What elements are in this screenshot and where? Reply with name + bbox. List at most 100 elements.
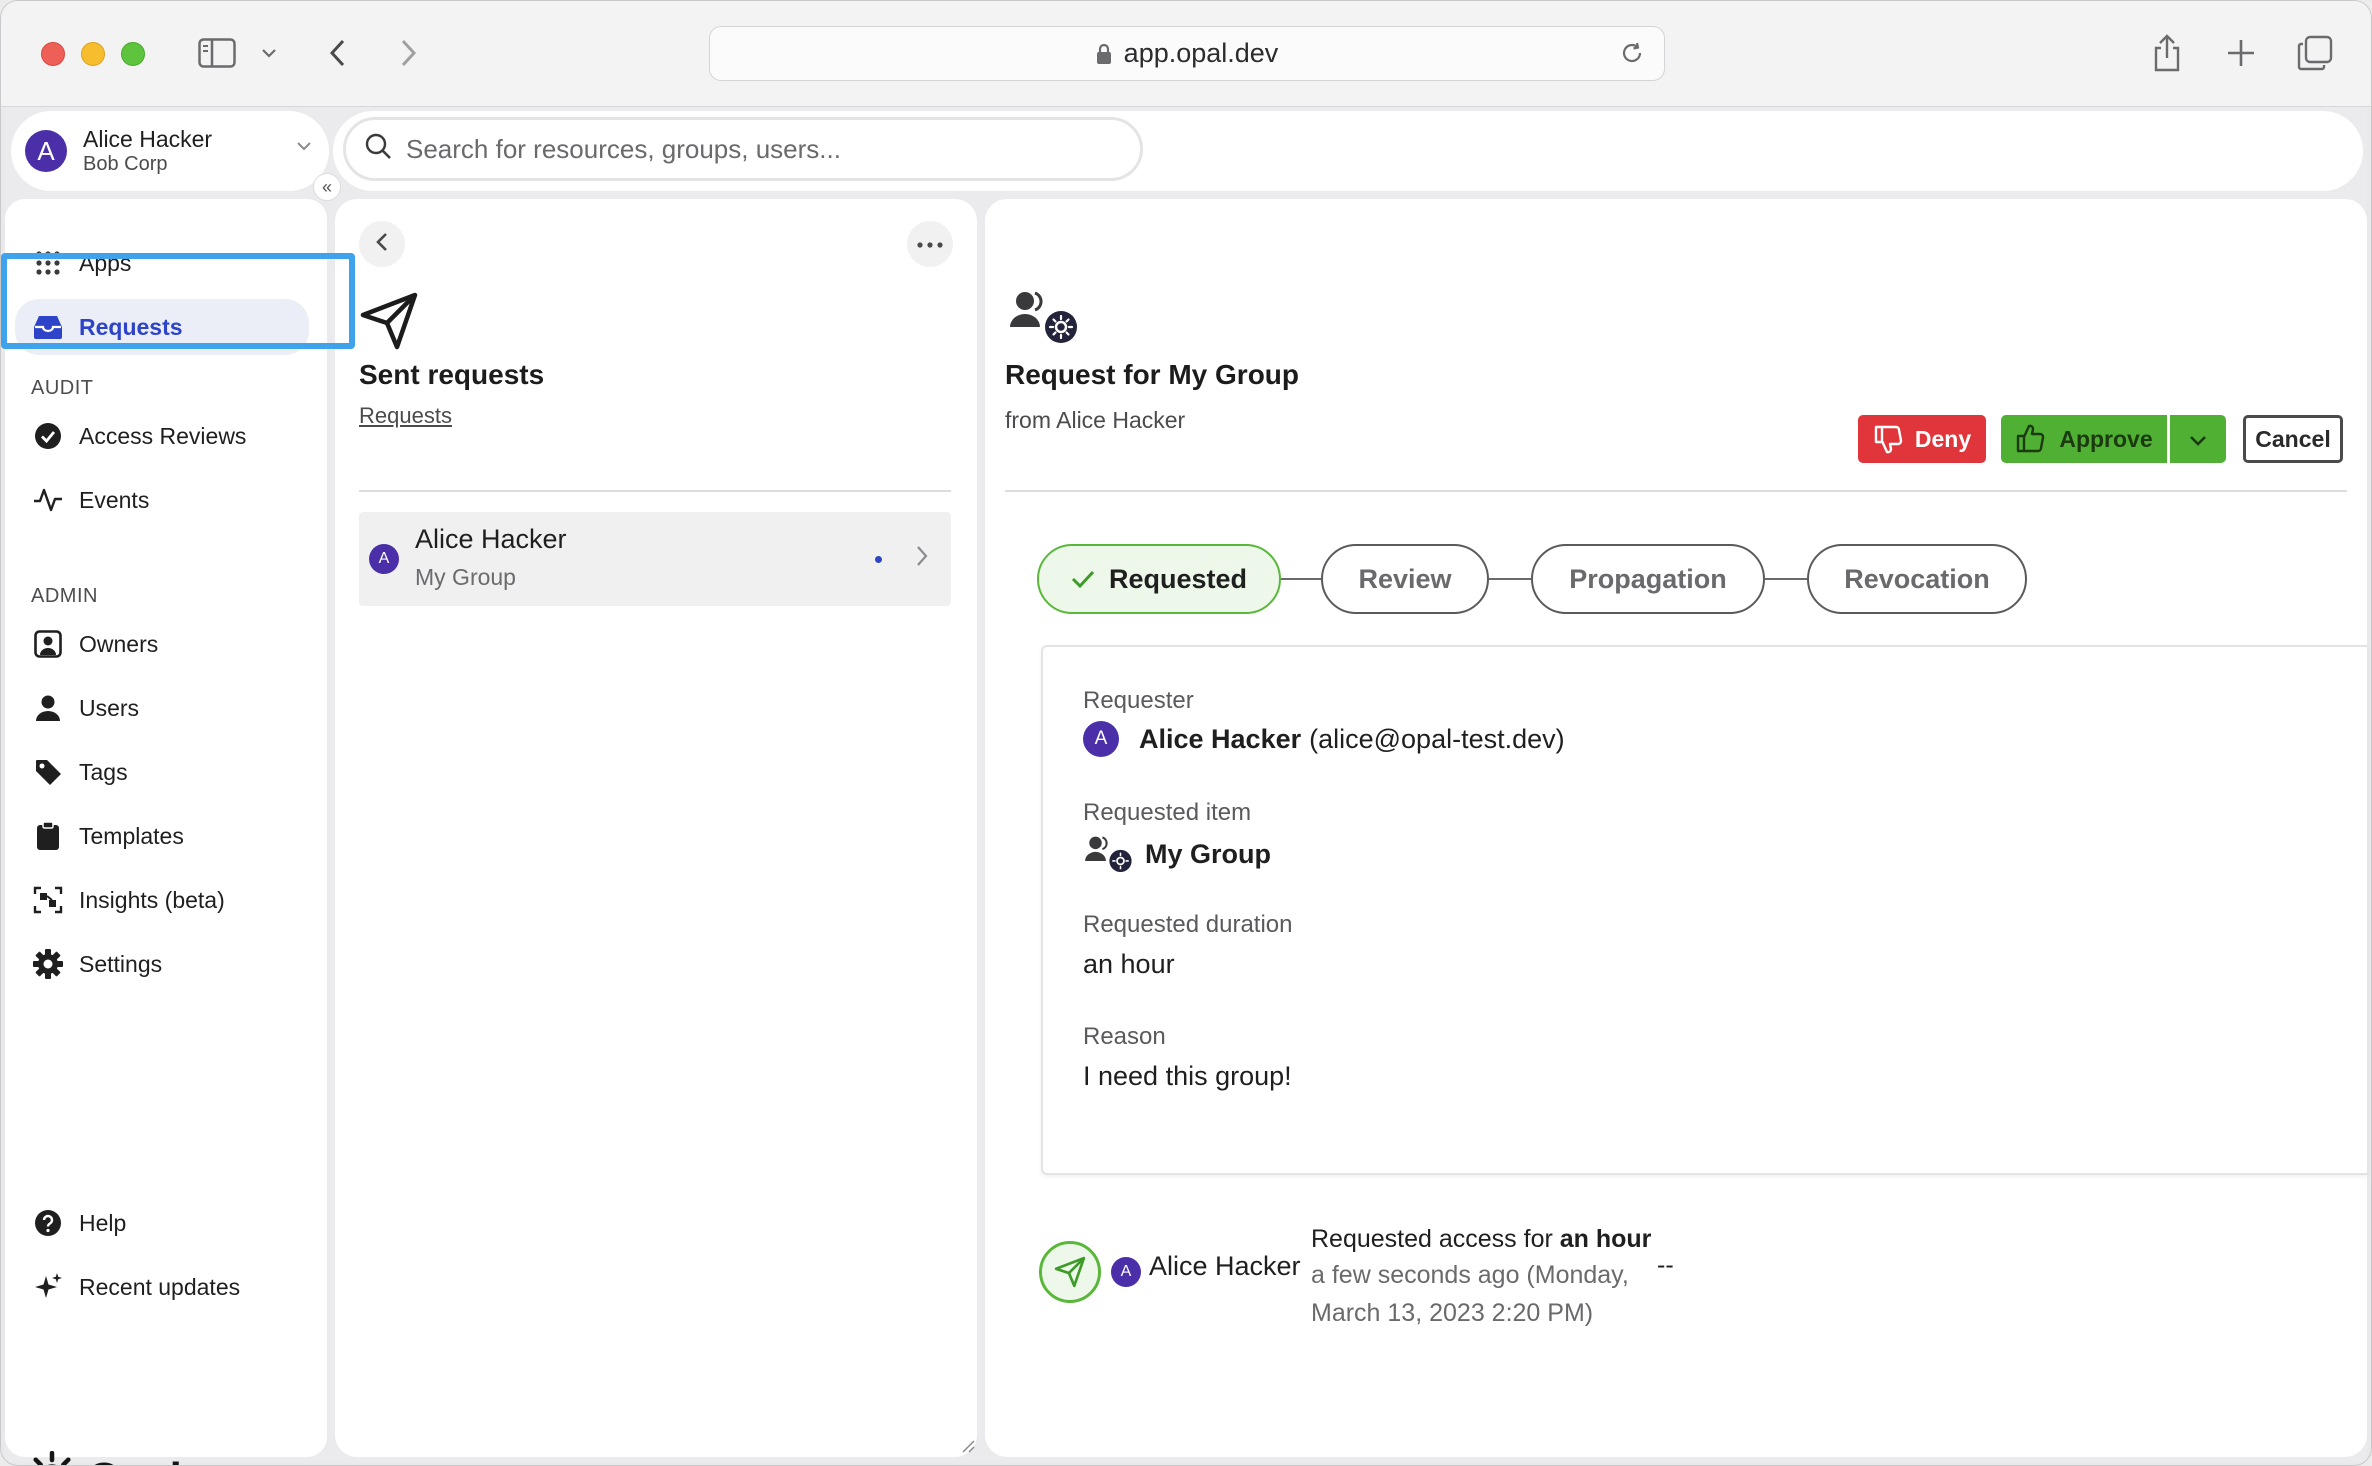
- requested-item-name[interactable]: My Group: [1145, 839, 1271, 870]
- collapse-sidebar-button[interactable]: «: [313, 173, 341, 201]
- step-requested: Requested: [1037, 544, 1281, 614]
- app-area: A Alice Hacker Bob Corp Search for resou…: [5, 107, 2367, 1465]
- minimize-window-button[interactable]: [81, 42, 105, 66]
- step-review: Review: [1321, 544, 1489, 614]
- sidebar-item-access-reviews[interactable]: Access Reviews: [5, 408, 323, 464]
- account-switcher[interactable]: A Alice Hacker Bob Corp: [11, 111, 329, 191]
- step-connector: [1281, 578, 1321, 580]
- chevron-down-icon[interactable]: [255, 29, 283, 77]
- inbox-icon: [31, 314, 65, 340]
- url-text: app.opal.dev: [1123, 38, 1279, 68]
- sidebar-item-settings[interactable]: Settings: [5, 936, 323, 992]
- search-input[interactable]: Search for resources, groups, users...: [343, 117, 1143, 181]
- sidebar-item-label: Requests: [79, 313, 183, 340]
- search-icon: [364, 132, 392, 167]
- request-from: from Alice Hacker: [1005, 407, 1186, 433]
- tab-overview-icon[interactable]: [2293, 29, 2337, 77]
- sparkle-icon: [31, 1272, 65, 1302]
- resize-handle-icon[interactable]: [961, 1439, 975, 1458]
- grid-icon: [31, 250, 65, 276]
- ellipsis-icon: [917, 235, 943, 253]
- sidebar-item-label: Templates: [79, 822, 184, 849]
- opal-logo[interactable]: Opal: [27, 1450, 182, 1465]
- paper-plane-icon: [359, 291, 419, 356]
- admin-heading: ADMIN: [31, 585, 98, 607]
- new-tab-icon[interactable]: [2221, 29, 2261, 77]
- step-propagation: Propagation: [1531, 544, 1765, 614]
- requested-item-label: Requested item: [1083, 799, 1252, 826]
- deny-button[interactable]: Deny: [1858, 415, 1986, 463]
- approve-button[interactable]: Approve: [2001, 415, 2167, 463]
- sidebar-item-users[interactable]: Users: [5, 680, 323, 736]
- requests-list-pane: Sent requests Requests A Alice Hacker My…: [335, 199, 977, 1457]
- approve-label: Approve: [2059, 425, 2153, 452]
- sidebar-item-apps[interactable]: Apps: [5, 235, 323, 291]
- back-button[interactable]: [359, 221, 405, 267]
- sidebar-item-label: Insights (beta): [79, 886, 225, 913]
- check-circle-icon: [31, 422, 65, 450]
- audit-heading: AUDIT: [31, 377, 94, 399]
- request-details-card: Requester A Alice Hacker (alice@opal-tes…: [1041, 645, 2367, 1175]
- approve-options-button[interactable]: [2170, 415, 2226, 463]
- sidebar-item-events[interactable]: Events: [5, 472, 323, 528]
- gear-icon: [31, 949, 65, 979]
- sidebar-item-label: Users: [79, 694, 140, 721]
- breadcrumb-requests[interactable]: Requests: [359, 403, 452, 429]
- forward-icon[interactable]: [391, 29, 427, 77]
- divider: [1005, 490, 2347, 492]
- chevron-right-icon: [915, 544, 929, 573]
- group-icon: [1007, 289, 1079, 350]
- opal-logo-icon: [27, 1450, 77, 1465]
- event-message-duration: an hour: [1559, 1225, 1652, 1253]
- unread-dot: [875, 556, 882, 563]
- request-item: My Group: [415, 564, 516, 590]
- step-connector: [1765, 578, 1807, 580]
- event-message-prefix: Requested access for: [1311, 1225, 1560, 1253]
- request-detail-pane: Request for My Group from Alice Hacker D…: [985, 199, 2367, 1457]
- insights-icon: [31, 886, 65, 914]
- close-window-button[interactable]: [41, 42, 65, 66]
- search-placeholder: Search for resources, groups, users...: [406, 133, 841, 164]
- back-icon[interactable]: [319, 29, 355, 77]
- step-connector: [1489, 578, 1531, 580]
- sidebar-item-recent-updates[interactable]: Recent updates: [5, 1259, 323, 1315]
- activity-icon: [31, 487, 65, 513]
- sidebar-item-label: Access Reviews: [79, 422, 247, 449]
- more-options-button[interactable]: [907, 221, 953, 267]
- step-label: Review: [1358, 563, 1452, 594]
- requester-name[interactable]: Alice Hacker: [1139, 724, 1301, 755]
- share-icon[interactable]: [2147, 29, 2187, 77]
- sidebar-item-requests[interactable]: Requests: [15, 299, 309, 355]
- deny-label: Deny: [1914, 425, 1972, 452]
- sidebar-toggle-icon[interactable]: [193, 29, 241, 77]
- step-label: Requested: [1108, 563, 1248, 594]
- cancel-button[interactable]: Cancel: [2243, 415, 2343, 463]
- page-title: Sent requests: [359, 359, 545, 390]
- list-item[interactable]: A Alice Hacker My Group: [359, 512, 951, 606]
- chevron-down-icon: [295, 139, 313, 157]
- requester-label: Requester: [1083, 687, 1194, 714]
- step-revocation: Revocation: [1807, 544, 2027, 614]
- tag-icon: [31, 758, 65, 786]
- sidebar-item-insights[interactable]: Insights (beta): [5, 872, 323, 928]
- sidebar-item-owners[interactable]: Owners: [5, 616, 323, 672]
- sidebar-item-templates[interactable]: Templates: [5, 808, 323, 864]
- account-org: Bob Corp: [83, 152, 168, 175]
- help-icon: [31, 1209, 65, 1237]
- sidebar-item-label: Owners: [79, 630, 159, 657]
- sidebar: Apps Requests AUDIT Access Reviews Event…: [5, 199, 327, 1465]
- requested-duration-label: Requested duration: [1083, 911, 1293, 938]
- sidebar-item-label: Settings: [79, 950, 163, 977]
- event-actor[interactable]: Alice Hacker: [1149, 1251, 1301, 1282]
- address-bar[interactable]: app.opal.dev: [709, 26, 1665, 81]
- divider: [359, 490, 951, 492]
- reload-icon[interactable]: [1620, 41, 1644, 72]
- browser-window: app.opal.dev A Alice Hacker Bob Corp Sea…: [0, 0, 2372, 1466]
- sidebar-item-help[interactable]: Help: [5, 1195, 323, 1251]
- thumbs-up-icon: [2015, 424, 2045, 454]
- account-name: Alice Hacker: [83, 126, 213, 153]
- request-requester: Alice Hacker: [415, 524, 567, 554]
- reason-value: I need this group!: [1083, 1061, 1292, 1091]
- zoom-window-button[interactable]: [121, 42, 145, 66]
- sidebar-item-tags[interactable]: Tags: [5, 744, 323, 800]
